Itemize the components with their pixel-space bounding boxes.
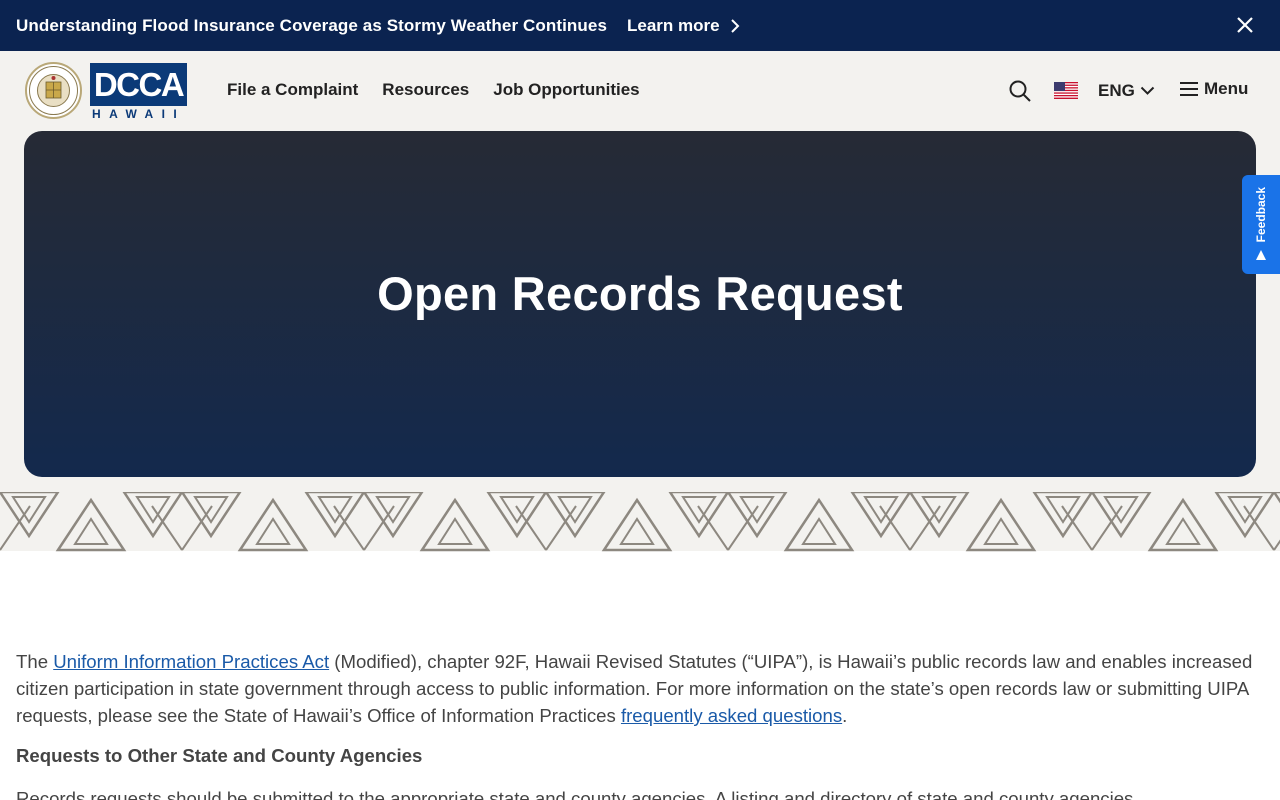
logo-mark: DCCA xyxy=(90,63,187,106)
faq-link[interactable]: frequently asked questions xyxy=(621,705,842,726)
nav-job-opportunities[interactable]: Job Opportunities xyxy=(493,80,639,100)
main-nav: File a Complaint Resources Job Opportuni… xyxy=(227,80,640,100)
intro-text-start: The xyxy=(16,651,54,672)
uipa-link[interactable]: Uniform Information Practices Act xyxy=(53,651,329,672)
language-selector[interactable]: ENG xyxy=(1098,81,1155,101)
site-header: DCCA HAWAII File a Complaint Resources J… xyxy=(0,51,1280,131)
requests-paragraph: Records requests should be submitted to … xyxy=(16,788,1134,800)
alert-banner: Understanding Flood Insurance Coverage a… xyxy=(0,0,1280,51)
intro-text-end: . xyxy=(842,705,848,726)
logo-subtitle: HAWAII xyxy=(92,107,186,121)
nav-resources[interactable]: Resources xyxy=(382,80,469,100)
learn-more-link[interactable]: Learn more xyxy=(627,16,740,36)
triangle-pattern-icon xyxy=(0,492,1280,552)
us-flag-icon[interactable] xyxy=(1054,82,1078,99)
feedback-icon xyxy=(1256,250,1266,261)
language-label: ENG xyxy=(1098,81,1135,100)
alert-text: Understanding Flood Insurance Coverage a… xyxy=(16,15,608,35)
menu-label: Menu xyxy=(1204,79,1249,98)
dcca-logo[interactable]: DCCA HAWAII xyxy=(90,63,188,121)
chevron-right-icon xyxy=(730,18,740,33)
page-title: Open Records Request xyxy=(377,266,903,320)
feedback-label: Feedback xyxy=(1254,186,1268,243)
state-seal-icon[interactable] xyxy=(25,62,82,119)
nav-file-complaint[interactable]: File a Complaint xyxy=(227,80,358,100)
feedback-tab[interactable]: Feedback xyxy=(1242,175,1280,274)
decorative-pattern xyxy=(0,477,1280,552)
section-heading: Requests to Other State and County Agenc… xyxy=(16,745,423,766)
menu-button[interactable]: Menu xyxy=(1180,79,1248,99)
close-icon[interactable] xyxy=(1234,14,1256,36)
chevron-down-icon xyxy=(1140,86,1155,95)
search-icon[interactable] xyxy=(1008,79,1032,103)
hamburger-icon xyxy=(1180,82,1198,96)
intro-paragraph: The Uniform Information Practices Act (M… xyxy=(16,648,1266,729)
hero-banner: Open Records Request xyxy=(24,131,1256,477)
learn-more-label: Learn more xyxy=(627,15,720,35)
